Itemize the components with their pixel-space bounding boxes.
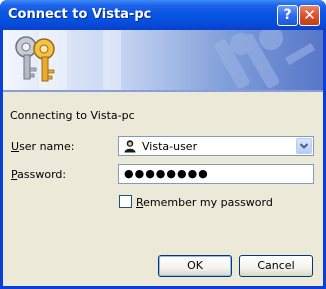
remember-password-checkbox[interactable] <box>119 195 132 208</box>
window-title: Connect to Vista-pc <box>8 7 152 22</box>
username-label: User name: <box>11 140 75 153</box>
banner <box>3 30 323 90</box>
connecting-text: Connecting to Vista-pc <box>10 109 135 122</box>
password-field[interactable]: ●●●●●●●● <box>118 164 314 184</box>
dialog-body: Connecting to Vista-pc User name: Vista-… <box>3 30 323 286</box>
cancel-button[interactable]: Cancel <box>239 255 313 277</box>
username-value: Vista-user <box>142 140 198 153</box>
user-icon <box>124 140 136 153</box>
dropdown-button[interactable] <box>296 138 312 154</box>
password-value: ●●●●●●●● <box>124 167 209 180</box>
keys-icon <box>15 36 55 82</box>
title-bar[interactable]: Connect to Vista-pc ? ✕ <box>0 0 326 30</box>
close-button[interactable]: ✕ <box>299 5 320 26</box>
username-combobox[interactable]: Vista-user <box>118 136 314 156</box>
help-button[interactable]: ? <box>277 5 298 26</box>
password-label: Password: <box>11 168 67 181</box>
chevron-down-icon <box>299 143 309 149</box>
remember-password-label[interactable]: Remember my password <box>136 196 273 209</box>
login-dialog-window: Connect to Vista-pc ? ✕ Connecting to Vi… <box>0 0 326 289</box>
banner-divider <box>3 90 323 92</box>
ok-button[interactable]: OK <box>158 255 232 277</box>
